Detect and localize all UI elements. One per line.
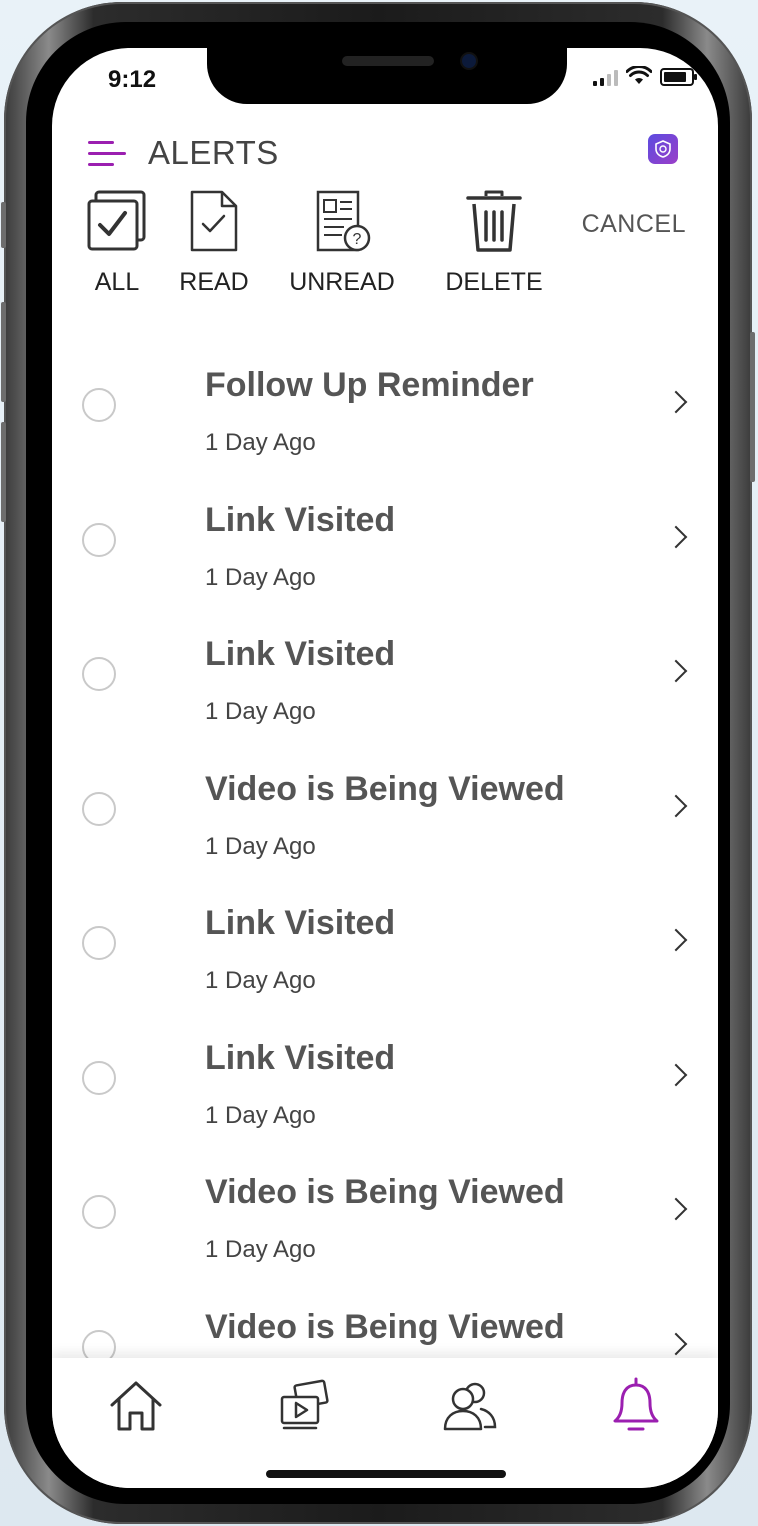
chevron-right-icon xyxy=(664,1332,688,1355)
delete-button[interactable]: DELETE xyxy=(442,188,546,297)
alert-row[interactable]: Follow Up Reminder 1 Day Ago xyxy=(52,336,718,471)
alert-time: 1 Day Ago xyxy=(205,832,316,860)
select-radio[interactable] xyxy=(82,791,116,826)
mark-unread-button[interactable]: ? UNREAD xyxy=(284,188,400,297)
mark-read-label: READ xyxy=(179,268,249,296)
chevron-right-icon xyxy=(664,794,688,817)
chevron-right-icon xyxy=(664,659,688,683)
mark-unread-label: UNREAD xyxy=(289,268,395,296)
notch xyxy=(207,48,567,104)
alert-time: 1 Day Ago xyxy=(205,563,316,591)
alert-row[interactable]: Video is Being Viewed 1 Day Ago xyxy=(52,1143,718,1278)
volume-down-button xyxy=(1,422,6,522)
alert-row[interactable]: Link Visited 1 Day Ago xyxy=(52,471,718,606)
screen: 9:12 ALERTS ALL READ ? UNREAD DELETE CAN… xyxy=(52,48,718,1488)
alerts-list: Follow Up Reminder 1 Day Ago Link Visite… xyxy=(52,336,718,1412)
select-radio[interactable] xyxy=(82,1060,116,1095)
alert-row[interactable]: Link Visited 1 Day Ago xyxy=(52,1009,718,1144)
alert-title: Video is Being Viewed xyxy=(205,1173,565,1211)
alert-row[interactable]: Link Visited 1 Day Ago xyxy=(52,605,718,740)
tab-home[interactable] xyxy=(104,1376,168,1436)
select-radio[interactable] xyxy=(82,522,116,557)
chevron-right-icon xyxy=(664,390,688,414)
page-title: ALERTS xyxy=(148,134,279,171)
alert-title: Link Visited xyxy=(205,500,396,539)
mark-read-icon xyxy=(190,190,238,252)
delete-label: DELETE xyxy=(445,268,543,296)
select-radio[interactable] xyxy=(82,1195,116,1229)
chevron-right-icon xyxy=(664,928,688,952)
status-icons xyxy=(593,66,697,86)
mark-unread-icon: ? xyxy=(316,190,371,252)
volume-up-button xyxy=(1,302,6,402)
power-button xyxy=(750,332,755,482)
mute-switch xyxy=(1,202,6,248)
alert-time: 1 Day Ago xyxy=(205,429,316,456)
alert-time: 1 Day Ago xyxy=(205,1101,316,1129)
chevron-right-icon xyxy=(664,525,688,548)
home-indicator[interactable] xyxy=(266,1470,506,1478)
chevron-right-icon xyxy=(664,1063,688,1086)
battery-icon xyxy=(660,68,697,86)
media-library-icon xyxy=(280,1379,329,1430)
front-camera xyxy=(462,54,476,68)
alert-title: Video is Being Viewed xyxy=(205,1307,565,1346)
select-all-icon xyxy=(87,190,146,251)
wifi-icon xyxy=(626,66,652,84)
select-all-button[interactable]: ALL xyxy=(82,188,152,297)
app-header: ALERTS xyxy=(88,134,279,172)
alert-title: Video is Being Viewed xyxy=(205,769,565,808)
bottom-tab-bar xyxy=(52,1358,718,1488)
bell-icon xyxy=(613,1377,659,1431)
alert-title: Link Visited xyxy=(205,904,396,942)
tab-media[interactable] xyxy=(272,1376,336,1436)
select-all-label: ALL xyxy=(94,268,140,296)
status-time: 9:12 xyxy=(108,66,157,93)
tab-contacts[interactable] xyxy=(438,1376,502,1436)
mark-read-button[interactable]: READ xyxy=(177,188,251,297)
trash-icon xyxy=(466,190,522,252)
alert-time: 1 Day Ago xyxy=(205,698,316,725)
bulk-action-toolbar: ALL READ ? UNREAD DELETE CANCEL xyxy=(52,188,718,318)
speaker xyxy=(342,56,434,66)
signal-icon xyxy=(593,68,618,86)
cancel-button[interactable]: CANCEL xyxy=(582,210,686,239)
home-icon xyxy=(110,1381,162,1431)
alert-time: 1 Day Ago xyxy=(205,967,316,994)
svg-text:?: ? xyxy=(353,231,362,248)
alert-row[interactable]: Video is Being Viewed 1 Day Ago xyxy=(52,740,718,875)
select-radio[interactable] xyxy=(82,926,116,960)
phone-frame: 9:12 ALERTS ALL READ ? UNREAD DELETE CAN… xyxy=(1,2,755,1524)
alert-time: 1 Day Ago xyxy=(205,1236,316,1263)
select-radio[interactable] xyxy=(82,388,116,422)
select-radio[interactable] xyxy=(82,657,116,691)
alert-title: Link Visited xyxy=(205,635,396,673)
app-logo-icon[interactable] xyxy=(648,134,678,164)
menu-icon[interactable] xyxy=(88,139,126,167)
contacts-icon xyxy=(443,1382,497,1431)
alert-title: Follow Up Reminder xyxy=(205,366,534,404)
alert-row[interactable]: Link Visited 1 Day Ago xyxy=(52,874,718,1009)
alert-title: Link Visited xyxy=(205,1038,396,1077)
chevron-right-icon xyxy=(664,1197,688,1221)
tab-alerts[interactable] xyxy=(604,1376,668,1436)
